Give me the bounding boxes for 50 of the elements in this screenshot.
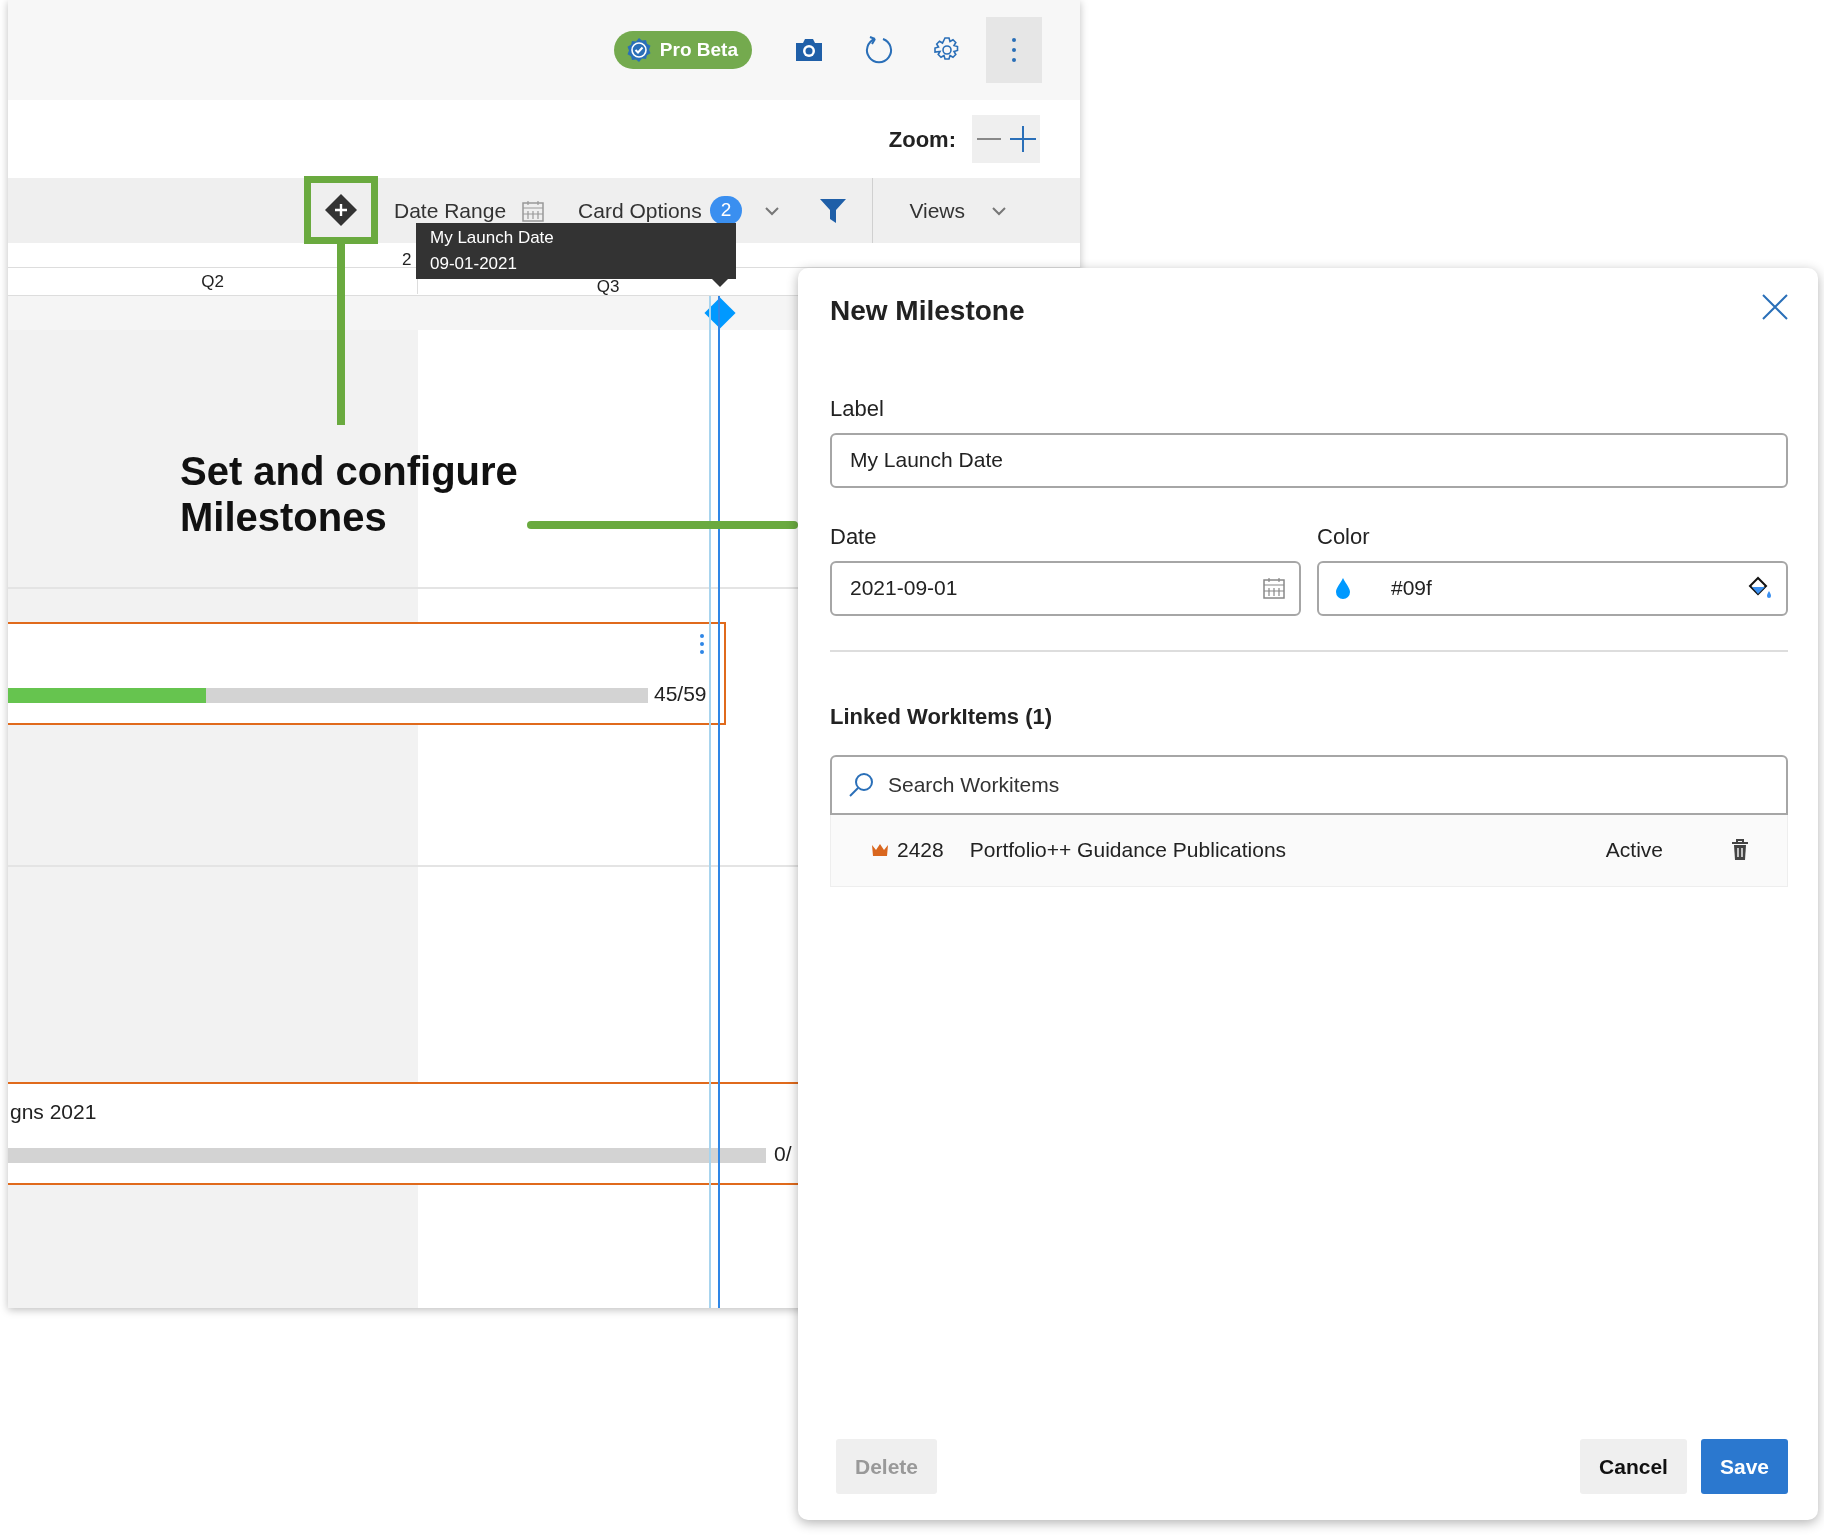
trash-icon[interactable] (1731, 839, 1749, 862)
crown-icon (871, 843, 889, 858)
color-input-field[interactable]: #09f (1317, 560, 1788, 616)
verified-badge-icon (625, 37, 652, 63)
add-milestone-button[interactable] (304, 175, 378, 244)
vertical-dots-icon[interactable] (700, 634, 704, 654)
dialog-button[interactable]: Save (1700, 1439, 1788, 1494)
vertical-dots-icon (1011, 37, 1017, 63)
paint-bucket-icon[interactable] (1748, 576, 1772, 601)
progress-count: 45/59 (654, 681, 707, 707)
tooltip-label: My Launch Date (430, 227, 555, 249)
field-label: Label (830, 394, 885, 423)
workitem-state: Active (1605, 837, 1663, 864)
date-range-button[interactable]: Date Range (394, 194, 507, 227)
field-label: Color (1317, 522, 1371, 551)
label-input-field[interactable]: My Launch Date (830, 432, 1788, 488)
search-icon (848, 771, 874, 798)
card-title: gns 2021 (10, 1099, 97, 1125)
zoom-in-icon[interactable] (1009, 126, 1036, 152)
section-title: Linked WorkItems (1) (830, 702, 1054, 731)
close-icon[interactable] (1762, 294, 1788, 320)
calendar-icon[interactable] (1263, 577, 1285, 600)
chevron-down-icon[interactable] (764, 205, 781, 216)
refresh-icon[interactable] (864, 35, 894, 65)
dialog-title: New Milestone (830, 294, 1025, 328)
views-button[interactable]: Views (909, 194, 966, 227)
calendar-icon (522, 199, 545, 222)
workitem-title: Portfolio++ Guidance Publications (969, 837, 1287, 864)
field-label: Date (830, 522, 878, 551)
zoom-out-icon[interactable] (976, 137, 1001, 141)
chevron-down-icon[interactable] (991, 205, 1008, 216)
progress-count: 0/ (774, 1141, 792, 1167)
date-input-field[interactable]: 2021-09-01 (830, 560, 1301, 616)
diamond-plus-icon (324, 192, 358, 227)
quarter-label: Q2 (201, 271, 224, 291)
count-badge: 2 (709, 196, 743, 225)
filter-icon[interactable] (820, 198, 847, 223)
search-field[interactable]: Search Workitems (830, 754, 1788, 815)
workitem-id: 2428 (897, 837, 944, 864)
zoom-label: Zoom: (888, 125, 956, 154)
camera-icon[interactable] (794, 37, 824, 63)
settings-icon[interactable] (934, 37, 960, 63)
annotation-text: Set and configure Milestones (180, 448, 519, 540)
quarter-label: Q3 (596, 277, 620, 296)
droplet-icon (1335, 577, 1351, 600)
tooltip-date: 09-01-2021 (430, 253, 518, 275)
year-label: 2 (402, 249, 412, 271)
dialog-button[interactable]: Cancel (1580, 1439, 1687, 1494)
card-options-button[interactable]: Card Options (578, 194, 702, 227)
workitem-row[interactable]: 2428 Portfolio++ Guidance Publications Active (830, 814, 1788, 887)
